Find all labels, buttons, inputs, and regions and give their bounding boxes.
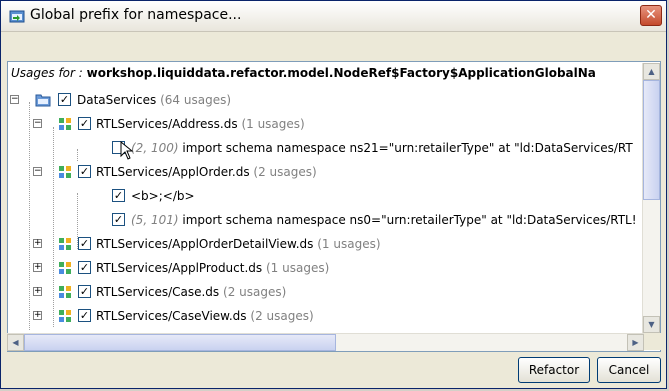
close-icon: ✕ xyxy=(645,7,657,23)
vertical-scroll-thumb[interactable] xyxy=(643,80,660,200)
horizontal-scroll-thumb[interactable] xyxy=(24,334,336,351)
usage-count: (2 usages) xyxy=(253,165,317,179)
checkbox[interactable] xyxy=(78,261,91,274)
node-name: RTLServices/ApplOrder.ds xyxy=(96,165,250,179)
collapse-toggle[interactable]: − xyxy=(33,167,42,176)
checkbox[interactable] xyxy=(112,189,125,202)
dialog-window: Global prefix for namespace... ✕ Usages … xyxy=(0,0,667,389)
tree-node-label: (5, 101) import schema namespace ns0="ur… xyxy=(131,209,637,231)
expand-toggle[interactable]: + xyxy=(33,263,42,272)
usage-count: (2 usages) xyxy=(250,309,314,323)
tree-node-label: RTLServices/ApplProduct.ds (1 usages) xyxy=(96,257,329,279)
tree-line xyxy=(53,127,54,327)
usages-header: Usages for : workshop.liquiddata.refacto… xyxy=(7,63,647,83)
node-name: RTLServices/CaseView.ds xyxy=(96,309,247,323)
usage-count: (1 usages) xyxy=(317,237,381,251)
checkbox[interactable] xyxy=(58,93,71,106)
collapse-toggle[interactable]: − xyxy=(33,119,42,128)
scroll-left-icon[interactable]: ◀ xyxy=(7,334,24,351)
tree-node-label: RTLServices/Address.ds (1 usages) xyxy=(96,113,305,135)
usage-location: (2, 100) xyxy=(131,141,179,155)
scroll-up-icon[interactable]: ▲ xyxy=(643,63,660,80)
tree-line xyxy=(29,102,30,331)
usages-tree[interactable]: − DataServices (64 usages) − RTLServi xyxy=(7,87,645,331)
node-name: RTLServices/ApplProduct.ds xyxy=(96,261,263,275)
dataservice-icon xyxy=(59,262,71,274)
node-name: RTLServices/Case.ds xyxy=(96,285,220,299)
title-bar[interactable]: Global prefix for namespace... ✕ xyxy=(1,1,666,32)
window-title: Global prefix for namespace... xyxy=(30,7,242,23)
horizontal-scrollbar[interactable]: ◀ ▶ xyxy=(7,333,644,351)
checkbox[interactable] xyxy=(78,237,91,250)
usage-count: (1 usages) xyxy=(265,261,330,275)
scroll-right-icon[interactable]: ▶ xyxy=(627,334,644,351)
tree-node-label: RTLServices/ApplOrder.ds (2 usages) xyxy=(96,161,317,183)
checkbox[interactable] xyxy=(112,213,125,226)
usage-count: (2 usages) xyxy=(223,285,287,299)
mouse-cursor-icon xyxy=(120,141,134,160)
refactor-button[interactable]: Refactor xyxy=(518,357,590,383)
node-name: DataServices xyxy=(77,93,157,107)
usage-text: import schema namespace ns21="urn:retail… xyxy=(182,141,633,155)
checkbox[interactable] xyxy=(78,309,91,322)
dataservice-icon xyxy=(59,286,71,298)
usage-location: (5, 101) xyxy=(131,213,179,227)
usage-count: (64 usages) xyxy=(160,93,232,107)
expand-toggle[interactable]: + xyxy=(33,239,42,248)
usages-target: workshop.liquiddata.refactor.model.NodeR… xyxy=(86,66,596,80)
tree-node-label: (2, 100) import schema namespace ns21="u… xyxy=(131,137,633,159)
expand-toggle[interactable]: + xyxy=(33,287,42,296)
tree-node-label: RTLServices/CaseView.ds (2 usages) xyxy=(96,305,314,327)
cancel-button[interactable]: Cancel xyxy=(597,357,661,383)
scroll-corner xyxy=(644,333,661,350)
node-name: RTLServices/Address.ds xyxy=(96,117,238,131)
vertical-scrollbar[interactable]: ▲ ▼ xyxy=(642,63,660,333)
checkbox[interactable] xyxy=(78,117,91,130)
scroll-down-icon[interactable]: ▼ xyxy=(643,316,660,333)
usage-text: import schema namespace ns0="urn:retaile… xyxy=(182,213,637,227)
dataservice-icon xyxy=(59,118,71,130)
close-button[interactable]: ✕ xyxy=(640,5,662,26)
tree-node-label: DataServices (64 usages) xyxy=(77,89,231,111)
tree-line xyxy=(77,149,78,161)
collapse-toggle[interactable]: − xyxy=(10,95,19,104)
refactor-icon xyxy=(9,10,25,23)
tree-node-label: RTLServices/Case.ds (2 usages) xyxy=(96,281,286,303)
usages-label: Usages for : xyxy=(11,66,83,80)
tree-node-label: <b>;</b> xyxy=(131,185,195,207)
checkbox[interactable] xyxy=(78,285,91,298)
expand-toggle[interactable]: + xyxy=(33,311,42,320)
dataservice-icon xyxy=(59,166,71,178)
checkbox[interactable] xyxy=(78,165,91,178)
usage-count: (1 usages) xyxy=(241,117,305,131)
node-name: RTLServices/ApplOrderDetailView.ds xyxy=(96,237,314,251)
folder-icon xyxy=(35,94,51,107)
usage-text: <b>;</b> xyxy=(131,189,195,203)
dataservice-icon xyxy=(59,310,71,322)
dataservice-icon xyxy=(59,238,71,250)
tree-node-label: RTLServices/ApplOrderDetailView.ds (1 us… xyxy=(96,233,381,255)
